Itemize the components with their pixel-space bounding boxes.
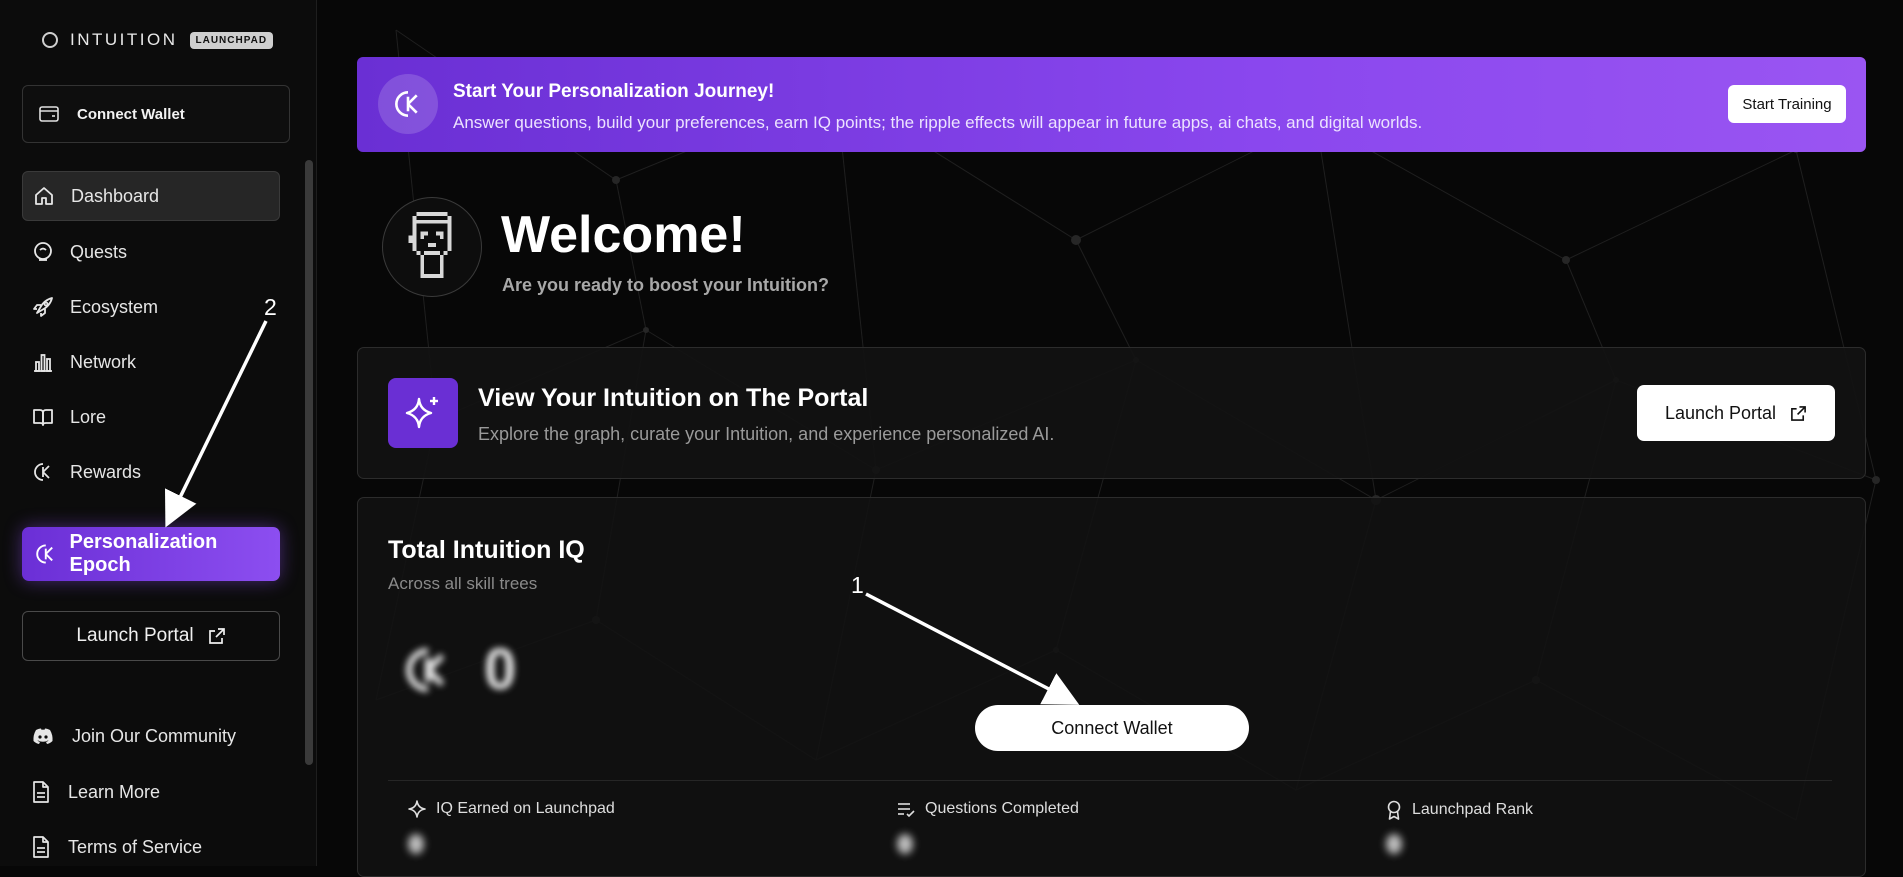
iq-value-number: 0 — [484, 637, 517, 702]
iq-coin-icon — [406, 647, 445, 692]
rocket-icon — [33, 297, 53, 317]
iq-total-value: 0 — [402, 636, 516, 703]
iq-card-subtitle: Across all skill trees — [388, 574, 538, 593]
sidebar-item-label: Quests — [70, 241, 128, 262]
connect-wallet-label: Connect Wallet — [77, 105, 185, 123]
sidebar-item-label: Dashboard — [71, 185, 160, 206]
sidebar: INTUITION LAUNCHPAD Connect Wallet Dashb… — [0, 0, 317, 866]
sidebar-item-ecosystem[interactable]: Ecosystem — [22, 282, 280, 332]
sidebar-launch-portal-button[interactable]: Launch Portal — [22, 611, 280, 661]
pixel-avatar-icon — [408, 212, 452, 279]
sidebar-item-label: Rewards — [70, 461, 142, 482]
sidebar-item-lore[interactable]: Lore — [22, 392, 280, 442]
launchpad-badge: LAUNCHPAD — [189, 31, 274, 49]
sidebar-item-label: Network — [70, 351, 137, 372]
wallet-icon — [39, 106, 59, 122]
footer-link-label: Learn More — [68, 781, 161, 802]
iq-coin-icon — [378, 74, 438, 134]
personalization-banner: Start Your Personalization Journey! Answ… — [357, 57, 1866, 152]
total-iq-card: Total Intuition IQ Across all skill tree… — [357, 497, 1866, 877]
iq-coin-icon — [36, 544, 53, 564]
banner-subtitle: Answer questions, build your preferences… — [453, 113, 1423, 132]
divider — [388, 780, 1832, 781]
discord-icon — [33, 728, 53, 744]
welcome-title: Welcome! — [501, 206, 746, 264]
stat-launchpad-rank: Launchpad Rank — [1386, 800, 1533, 820]
intuition-logo-icon — [42, 32, 58, 48]
footer-link-learn-more[interactable]: Learn More — [32, 781, 160, 803]
welcome-subtitle: Are you ready to boost your Intuition? — [502, 275, 830, 295]
sidebar-item-quests[interactable]: Quests — [22, 227, 280, 277]
sidebar-connect-wallet-button[interactable]: Connect Wallet — [22, 85, 290, 143]
portal-card-title: View Your Intuition on The Portal — [478, 384, 869, 412]
footer-link-terms[interactable]: Terms of Service — [32, 836, 202, 858]
sidebar-item-dashboard[interactable]: Dashboard — [22, 171, 280, 221]
iq-coin-icon — [34, 463, 50, 481]
home-icon — [35, 187, 53, 205]
launch-portal-label: Launch Portal — [76, 625, 194, 646]
checklist-icon — [898, 803, 915, 818]
sidebar-item-rewards[interactable]: Rewards — [22, 447, 280, 497]
sparkles-icon — [388, 378, 458, 448]
annotation-number-1: 1 — [851, 572, 864, 598]
banner-title: Start Your Personalization Journey! — [453, 81, 775, 102]
external-link-icon — [208, 628, 225, 644]
footer-link-label: Terms of Service — [68, 836, 203, 857]
brand-name: INTUITION — [70, 30, 178, 49]
stat-value-blurred — [897, 834, 913, 854]
launch-portal-button[interactable]: Launch Portal — [1637, 385, 1835, 441]
launch-portal-button-label: Launch Portal — [1664, 402, 1777, 423]
sidebar-item-personalization-epoch[interactable]: Personalization Epoch — [22, 527, 280, 581]
external-link-icon — [1791, 405, 1806, 421]
brand-logo[interactable]: INTUITION LAUNCHPAD — [42, 30, 274, 50]
start-training-button[interactable]: Start Training — [1728, 85, 1846, 123]
sparkle-icon — [408, 800, 426, 818]
epoch-label: Personalization Epoch — [69, 531, 218, 576]
footer-link-community[interactable]: Join Our Community — [32, 726, 236, 747]
sidebar-item-network[interactable]: Network — [22, 337, 280, 387]
stat-label: Launchpad Rank — [1412, 801, 1533, 818]
sidebar-item-label: Ecosystem — [70, 296, 159, 317]
stat-label: IQ Earned on Launchpad — [436, 800, 615, 817]
bar-chart-icon — [34, 354, 52, 372]
iq-card-title: Total Intuition IQ — [388, 536, 585, 564]
annotation-number-2: 2 — [264, 294, 277, 320]
portal-card: View Your Intuition on The Portal Explor… — [357, 347, 1866, 479]
document-icon — [33, 836, 49, 858]
award-icon — [1387, 800, 1401, 820]
document-icon — [33, 781, 49, 803]
sidebar-item-label: Lore — [70, 406, 107, 427]
book-icon — [33, 409, 53, 426]
connect-wallet-button[interactable]: Connect Wallet — [975, 705, 1249, 751]
portal-card-subtitle: Explore the graph, curate your Intuition… — [478, 424, 1055, 444]
stat-iq-earned: IQ Earned on Launchpad — [408, 800, 615, 818]
stat-label: Questions Completed — [925, 800, 1079, 817]
quests-icon — [34, 242, 52, 261]
avatar[interactable] — [382, 197, 482, 297]
stat-value-blurred — [1386, 834, 1402, 854]
sidebar-scrollbar[interactable] — [305, 160, 313, 765]
stat-questions-completed: Questions Completed — [897, 800, 1079, 818]
stat-value-blurred — [408, 834, 424, 854]
footer-link-label: Join Our Community — [72, 726, 237, 746]
